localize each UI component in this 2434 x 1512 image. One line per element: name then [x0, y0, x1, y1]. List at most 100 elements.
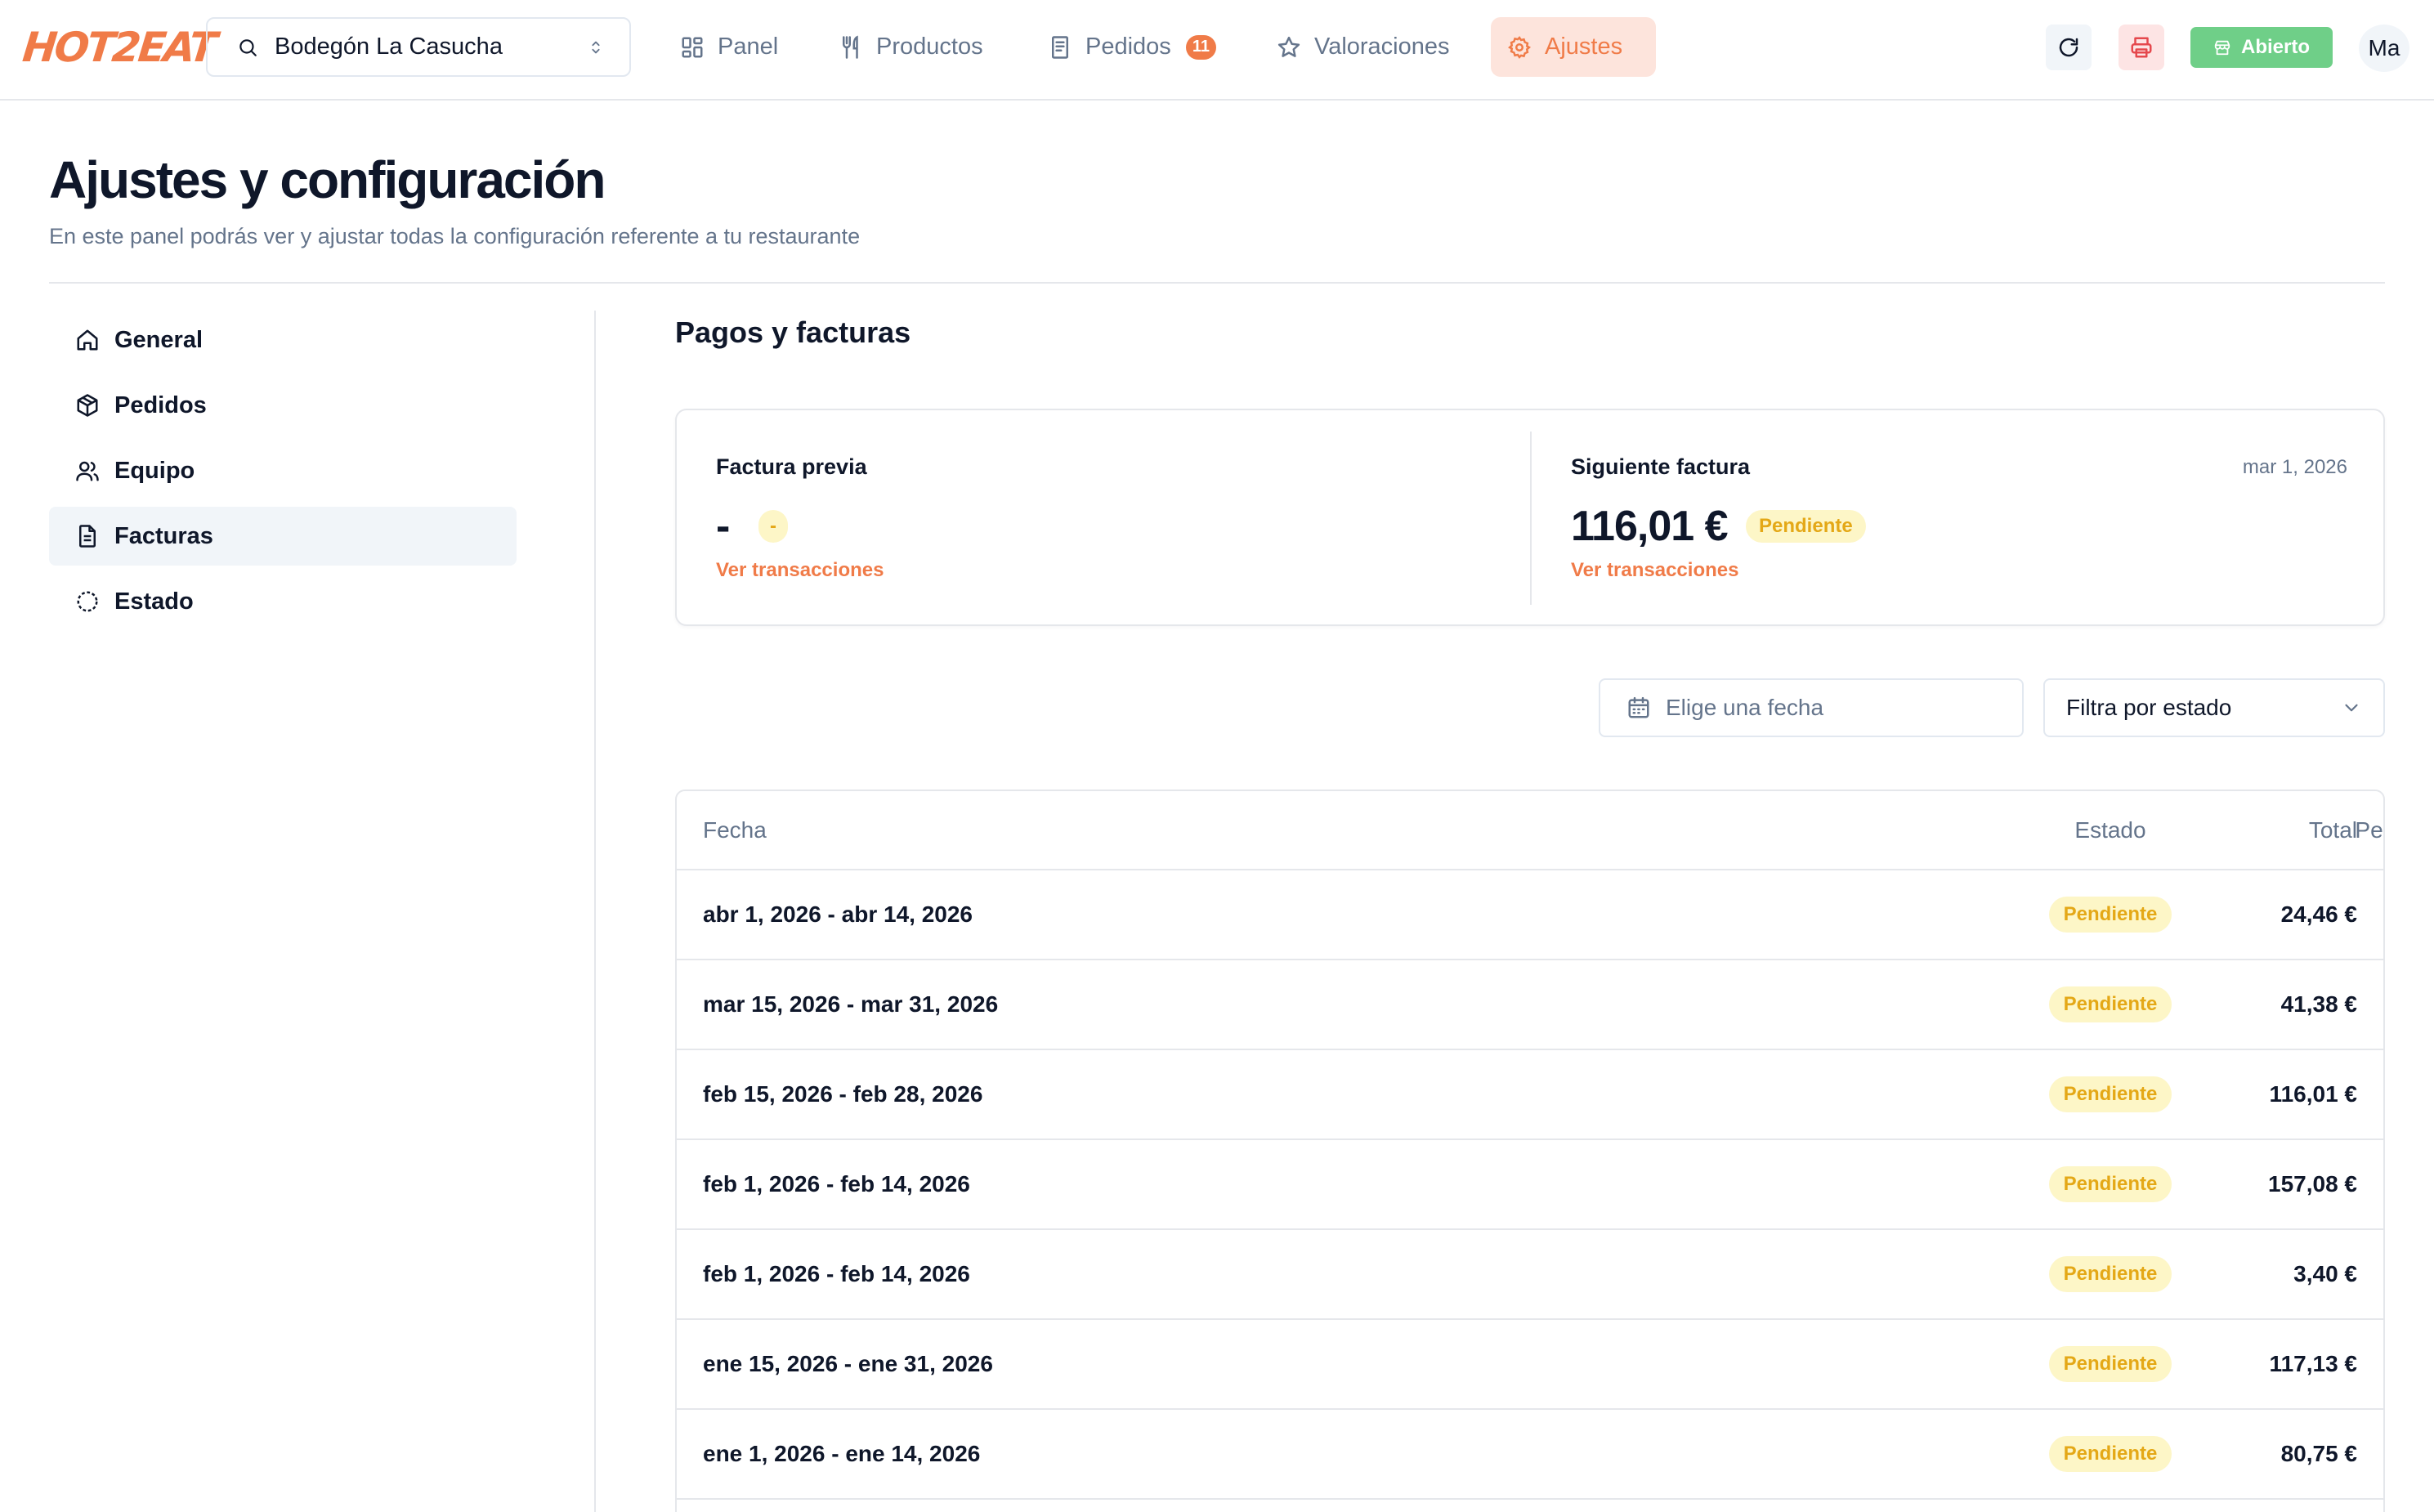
loader-icon [75, 589, 100, 614]
nav-ajustes[interactable]: Ajustes [1491, 17, 1656, 77]
status-badge: Pendiente [2048, 1256, 2172, 1292]
row-date-range: abr 1, 2026 - abr 14, 2026 [703, 901, 973, 927]
sidebar-item-general[interactable]: General [49, 311, 517, 369]
sidebar-item-equipo[interactable]: Equipo [49, 441, 517, 500]
nav-productos[interactable]: Productos [822, 17, 1000, 77]
top-navbar: HOT2EAT Bodegón La Casucha Panel Product… [0, 0, 2434, 101]
gear-icon [1507, 35, 1532, 60]
nav-panel[interactable]: Panel [664, 17, 794, 77]
print-button[interactable] [2119, 25, 2164, 70]
sidebar-item-pedidos[interactable]: Pedidos [49, 376, 517, 435]
row-status: Pendiente [1988, 1050, 2233, 1138]
next-invoice-amount: 116,01 € [1571, 503, 1729, 550]
table-row[interactable]: feb 1, 2026 - feb 14, 2026 Pendiente 1 3… [677, 1230, 2383, 1320]
row-date-range: mar 15, 2026 - mar 31, 2026 [703, 991, 999, 1017]
row-status: Pendiente [1988, 960, 2233, 1049]
chevron-up-down-icon [587, 38, 605, 56]
page-subtitle: En este panel podrás ver y ajustar todas… [49, 224, 861, 248]
printer-icon [2129, 35, 2154, 60]
search-icon [237, 37, 258, 58]
sidebar-item-label: General [114, 326, 203, 353]
sidebar-item-facturas[interactable]: Facturas [49, 507, 517, 566]
sidebar-item-label: Facturas [114, 522, 213, 549]
user-avatar[interactable]: Ma [2359, 25, 2409, 72]
column-header-estado[interactable]: Estado [1988, 791, 2233, 869]
table-row[interactable]: ene 15, 2026 - ene 31, 2026 Pendiente 3 … [677, 1320, 2383, 1410]
star-icon [1277, 35, 1301, 60]
previous-invoice-badge: - [758, 510, 788, 543]
sidebar-item-label: Estado [114, 588, 194, 615]
row-date-range: feb 15, 2026 - feb 28, 2026 [703, 1081, 983, 1107]
next-invoice-transactions-link[interactable]: Ver transacciones [1571, 559, 1738, 582]
row-total: 80,75 € [2280, 1441, 2357, 1466]
row-total: 41,38 € [2280, 991, 2357, 1017]
brand-logo[interactable]: HOT2EAT [20, 21, 217, 74]
column-header-total[interactable]: Total [2309, 791, 2357, 869]
next-invoice-status-badge: Pendiente [1746, 510, 1866, 543]
utensils-icon [839, 34, 863, 60]
pedidos-count-badge: 11 [1185, 34, 1216, 60]
calendar-icon [1626, 696, 1651, 720]
sidebar-item-label: Pedidos [114, 391, 207, 418]
nav-pedidos[interactable]: Pedidos 11 [1031, 17, 1233, 77]
home-icon [75, 328, 100, 352]
row-status: Pendiente [1988, 1320, 2233, 1408]
row-status: Pendiente [1988, 1140, 2233, 1228]
row-status: Pendiente [1988, 1230, 2233, 1318]
refresh-button[interactable] [2046, 25, 2092, 70]
restaurant-selector[interactable]: Bodegón La Casucha [206, 17, 631, 77]
refresh-icon [2056, 35, 2081, 60]
settings-sidebar: General Pedidos Equipo Facturas Estado [49, 311, 517, 637]
row-total: 116,01 € [2269, 1081, 2357, 1107]
row-status: Pendiente [1988, 1410, 2233, 1498]
restaurant-status-button[interactable]: Abierto [2190, 27, 2333, 68]
date-picker-placeholder: Elige una fecha [1666, 695, 1824, 720]
nav-panel-label: Panel [718, 34, 779, 60]
row-date-range: feb 1, 2026 - feb 14, 2026 [703, 1261, 970, 1286]
table-row[interactable]: feb 1, 2026 - feb 14, 2026 Pendiente 4 1… [677, 1140, 2383, 1230]
box-icon [75, 393, 100, 418]
previous-invoice-transactions-link[interactable]: Ver transacciones [716, 559, 884, 582]
date-picker-input[interactable]: Elige una fecha [1599, 678, 2024, 737]
row-total: 24,46 € [2280, 901, 2357, 927]
row-total: 157,08 € [2268, 1171, 2357, 1197]
table-row[interactable]: abr 1, 2026 - abr 14, 2026 Pendiente 3 2… [677, 870, 2383, 960]
previous-invoice-label: Factura previa [716, 454, 867, 479]
sidebar-divider [594, 311, 596, 1512]
table-row[interactable]: mar 15, 2026 - mar 31, 2026 Pendiente 8 … [677, 960, 2383, 1050]
row-date-range: ene 15, 2026 - ene 31, 2026 [703, 1351, 993, 1376]
status-filter-select[interactable]: Filtra por estado [2043, 678, 2385, 737]
status-filter-label: Filtra por estado [2066, 695, 2232, 720]
document-icon [75, 524, 100, 548]
nav-productos-label: Productos [876, 34, 983, 60]
previous-invoice-amount: - [716, 503, 730, 550]
table-header-row: Fecha Estado Pedidos Total [677, 791, 2383, 870]
invoice-card-divider [1530, 432, 1532, 605]
section-title: Pagos y facturas [675, 315, 911, 349]
status-badge: Pendiente [2048, 986, 2172, 1022]
table-row[interactable]: feb 15, 2026 - feb 28, 2026 Pendiente 2 … [677, 1050, 2383, 1140]
grid-icon [680, 35, 705, 60]
page-title: Ajustes y configuración [49, 150, 606, 209]
receipt-icon [1048, 35, 1072, 60]
status-badge: Pendiente [2048, 1166, 2172, 1202]
next-invoice-label: Siguiente factura [1571, 454, 1751, 479]
status-badge: Pendiente [2048, 1436, 2172, 1472]
invoices-table: Fecha Estado Pedidos Total abr 1, 2026 -… [675, 790, 2385, 1512]
next-invoice: Siguiente factura mar 1, 2026 116,01 € P… [1571, 410, 2347, 624]
users-icon [75, 459, 100, 483]
header-divider [49, 282, 2385, 284]
status-badge: Pendiente [2048, 1346, 2172, 1382]
invoice-summary-card: Factura previa - - Ver transacciones Sig… [675, 409, 2385, 626]
sidebar-item-estado[interactable]: Estado [49, 572, 517, 631]
chevron-down-icon [2341, 697, 2362, 718]
store-icon [2213, 38, 2231, 56]
previous-invoice: Factura previa - - Ver transacciones [716, 410, 1501, 624]
nav-pedidos-label: Pedidos [1085, 34, 1171, 60]
table-row[interactable]: ene 1, 2026 - ene 14, 2026 Pendiente 4 8… [677, 1410, 2383, 1500]
column-header-fecha[interactable]: Fecha [703, 791, 767, 869]
nav-valoraciones[interactable]: Valoraciones [1260, 17, 1466, 77]
sidebar-item-label: Equipo [114, 457, 195, 484]
row-status: Pendiente [1988, 870, 2233, 959]
nav-valoraciones-label: Valoraciones [1314, 34, 1450, 60]
